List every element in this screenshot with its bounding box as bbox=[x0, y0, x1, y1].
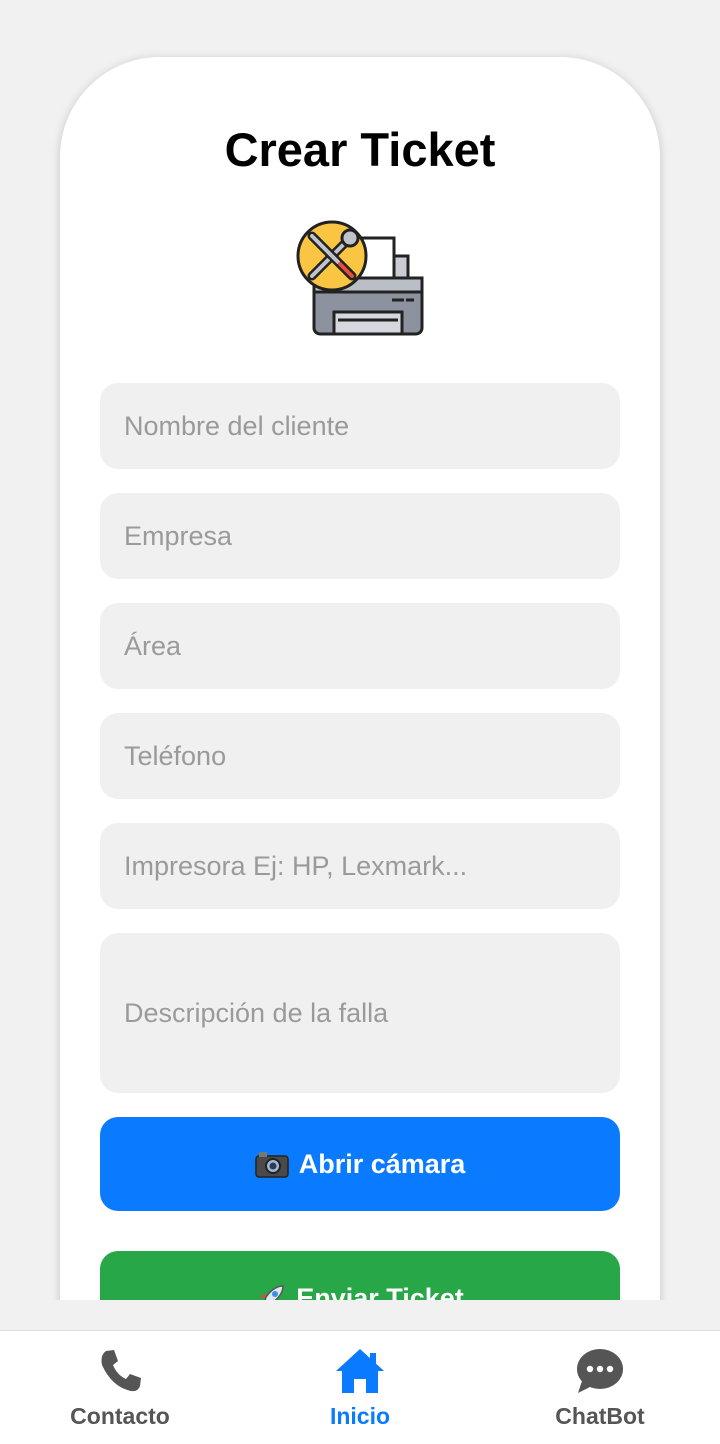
send-ticket-button[interactable]: Enviar Ticket bbox=[100, 1251, 620, 1300]
nav-item-inicio[interactable]: Inicio bbox=[240, 1331, 480, 1444]
open-camera-label: Abrir cámara bbox=[298, 1148, 466, 1179]
printer-input[interactable] bbox=[100, 823, 620, 909]
client-name-input[interactable] bbox=[100, 383, 620, 469]
nav-item-chatbot[interactable]: ChatBot bbox=[480, 1331, 720, 1444]
description-textarea[interactable] bbox=[100, 933, 620, 1093]
nav-item-contacto[interactable]: Contacto bbox=[0, 1331, 240, 1444]
bottom-nav: Contacto Inicio ChatBot bbox=[0, 1330, 720, 1444]
page-title: Crear Ticket bbox=[224, 123, 496, 176]
printer-repair-icon bbox=[296, 220, 424, 336]
send-ticket-label: Enviar Ticket bbox=[296, 1282, 464, 1301]
scroll-area[interactable]: Crear Ticket Abrir bbox=[0, 0, 720, 1300]
area-input[interactable] bbox=[100, 603, 620, 689]
phone-input[interactable] bbox=[100, 713, 620, 799]
nav-label-chatbot: ChatBot bbox=[555, 1403, 645, 1429]
nav-label-contacto: Contacto bbox=[70, 1403, 170, 1429]
rocket-icon bbox=[260, 1285, 284, 1300]
camera-icon bbox=[254, 1152, 289, 1178]
home-icon bbox=[336, 1349, 384, 1393]
open-camera-button[interactable]: Abrir cámara bbox=[100, 1117, 620, 1211]
chat-icon bbox=[577, 1349, 623, 1393]
nav-label-inicio: Inicio bbox=[329, 1403, 391, 1429]
phone-icon bbox=[101, 1350, 141, 1392]
company-input[interactable] bbox=[100, 493, 620, 579]
